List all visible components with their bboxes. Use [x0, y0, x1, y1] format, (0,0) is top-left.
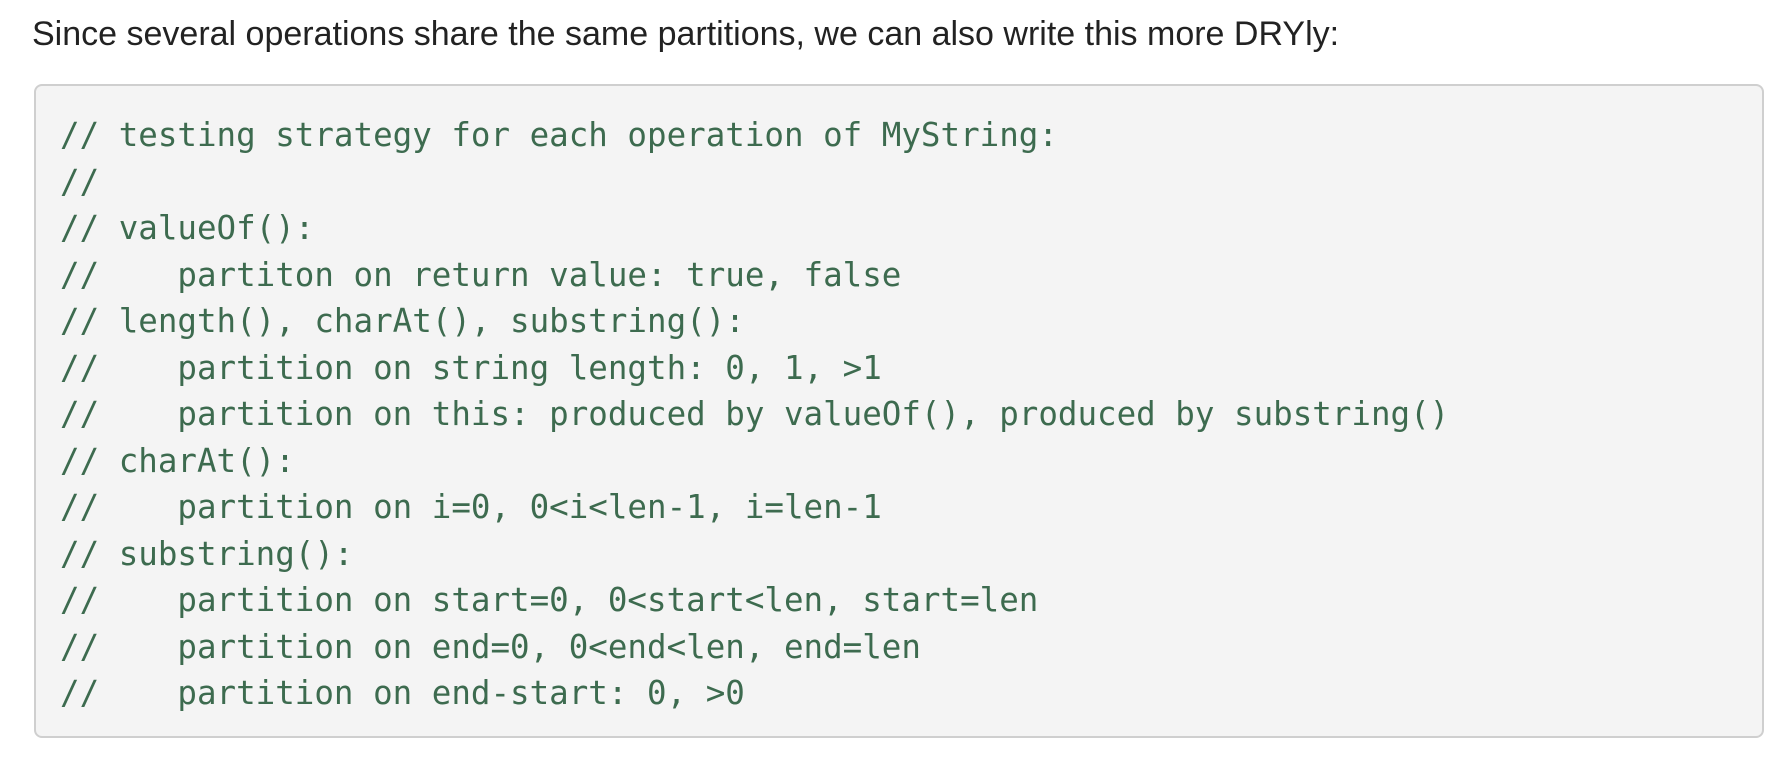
- code-line: // partition on start=0, 0<start<len, st…: [60, 581, 1039, 619]
- code-line: // partition on i=0, 0<i<len-1, i=len-1: [60, 488, 882, 526]
- code-line: // partition on this: produced by valueO…: [60, 395, 1450, 433]
- code-line: // substring():: [60, 534, 354, 573]
- code-line: // partition on end=0, 0<end<len, end=le…: [60, 627, 921, 666]
- code-line: // partiton on return value: true, false: [60, 255, 902, 294]
- code-line: // testing strategy for each operation o…: [60, 116, 1058, 154]
- code-line: // length(), charAt(), substring():: [60, 302, 745, 340]
- intro-paragraph: Since several operations share the same …: [32, 15, 1340, 53]
- code-line: // charAt():: [60, 441, 295, 480]
- code-line: // valueOf():: [60, 209, 315, 247]
- code-block: // testing strategy for each operation o…: [34, 84, 1764, 738]
- code-line: //: [60, 162, 100, 201]
- code-line: // partition on end-start: 0, >0: [60, 674, 745, 712]
- code-line: // partition on string length: 0, 1, >1: [60, 348, 882, 387]
